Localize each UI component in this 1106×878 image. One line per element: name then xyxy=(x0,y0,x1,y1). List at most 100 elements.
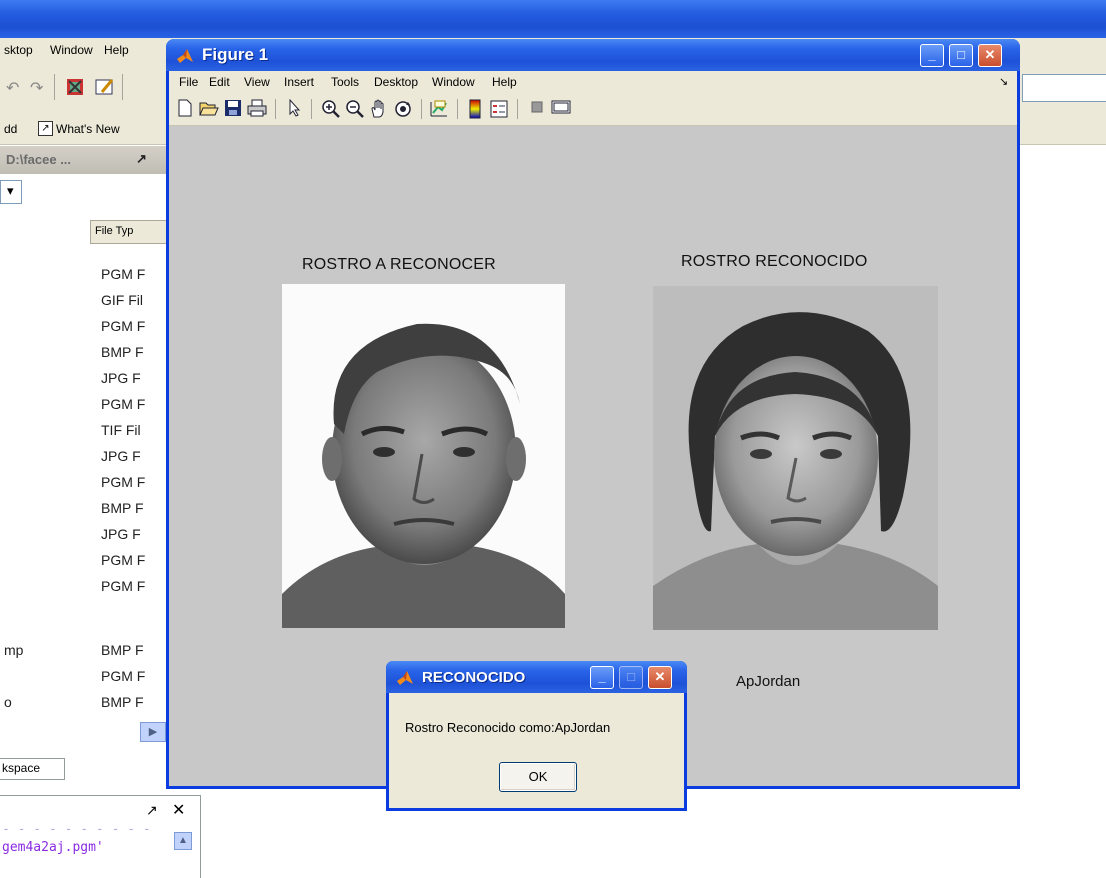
file-type-cell[interactable]: PGM F xyxy=(101,396,145,412)
colorbar-icon[interactable] xyxy=(465,99,485,119)
toolbar-separator xyxy=(421,99,422,119)
current-directory-header: D:\facee ... ↗ xyxy=(0,146,168,174)
query-face-image xyxy=(282,284,565,628)
recognition-dialog: RECONOCIDO _ □ ✕ Rostro Reconocido como:… xyxy=(386,661,687,811)
file-type-cell[interactable]: PGM F xyxy=(101,578,145,594)
shortcut-whats-new[interactable]: What's New xyxy=(56,122,120,136)
new-file-icon[interactable] xyxy=(175,99,195,119)
dialog-body: Rostro Reconocido como:ApJordan OK xyxy=(389,693,684,808)
figure-titlebar[interactable]: Figure 1 _ □ ✕ xyxy=(166,39,1020,71)
save-icon[interactable] xyxy=(223,99,243,119)
file-type-cell[interactable]: PGM F xyxy=(101,318,145,334)
current-directory-input[interactable] xyxy=(1022,74,1106,102)
column-header-label: File Typ xyxy=(95,225,134,237)
toolbar-separator xyxy=(311,99,312,119)
toolbar-separator xyxy=(54,74,55,100)
open-folder-icon[interactable] xyxy=(199,99,219,119)
legend-icon[interactable] xyxy=(489,99,509,119)
simulink-icon[interactable] xyxy=(64,76,86,98)
file-type-cell[interactable]: GIF Fil xyxy=(101,292,143,308)
show-plot-tools-icon[interactable] xyxy=(551,99,571,119)
matlab-logo-icon xyxy=(175,46,195,66)
menu-view[interactable]: View xyxy=(244,75,270,89)
matlab-logo-icon xyxy=(395,668,415,688)
arrow-pointer-icon[interactable] xyxy=(285,98,305,119)
desktop-menu-help[interactable]: Help xyxy=(104,43,129,57)
left-axes-title: ROSTRO A RECONOCER xyxy=(302,256,496,273)
minimize-button[interactable]: _ xyxy=(590,666,614,689)
scroll-right-button[interactable]: ▶ xyxy=(140,722,166,742)
whats-new-icon: ↗ xyxy=(38,121,53,136)
file-type-cell[interactable]: BMP F xyxy=(101,344,144,360)
undo-icon[interactable]: ↶ xyxy=(6,78,19,98)
file-type-cell[interactable]: PGM F xyxy=(101,668,145,684)
menu-file[interactable]: File xyxy=(179,75,198,89)
menu-desktop[interactable]: Desktop xyxy=(374,75,418,89)
redo-icon[interactable]: ↷ xyxy=(30,78,43,98)
close-icon[interactable]: ✕ xyxy=(172,800,185,820)
dialog-message: Rostro Reconocido como:ApJordan xyxy=(405,720,611,735)
data-cursor-icon[interactable] xyxy=(429,99,449,119)
dialog-titlebar[interactable]: RECONOCIDO _ □ ✕ xyxy=(386,661,687,693)
maximize-button: □ xyxy=(619,666,643,689)
scroll-up-button[interactable]: ▲ xyxy=(174,832,192,850)
zoom-in-icon[interactable] xyxy=(321,99,341,119)
close-button[interactable]: ✕ xyxy=(648,666,672,689)
dock-arrow-icon[interactable]: ↘ xyxy=(999,75,1008,88)
file-name-cell[interactable]: mp xyxy=(4,642,23,658)
desktop-menu-desktop[interactable]: sktop xyxy=(4,43,33,57)
toolbar-separator xyxy=(457,99,458,119)
shortcut-add-label[interactable]: dd xyxy=(4,122,17,136)
file-type-cell[interactable]: BMP F xyxy=(101,642,144,658)
desktop-titlebar xyxy=(0,0,1106,38)
guide-icon[interactable] xyxy=(94,76,116,98)
rotate-3d-icon[interactable] xyxy=(393,99,413,119)
file-type-cell[interactable]: PGM F xyxy=(101,266,145,282)
file-type-cell[interactable]: TIF Fil xyxy=(101,422,141,438)
current-directory-path: D:\facee ... xyxy=(6,152,72,167)
figure-title: Figure 1 xyxy=(202,45,269,64)
menu-help[interactable]: Help xyxy=(492,75,517,89)
figure-menubar: File Edit View Insert Tools Desktop Wind… xyxy=(169,71,1017,93)
menu-edit[interactable]: Edit xyxy=(209,75,230,89)
recognized-face-image xyxy=(653,286,938,630)
column-header-file-type[interactable]: File Typ xyxy=(90,220,170,244)
figure-toolbar xyxy=(169,93,1017,126)
file-type-cell[interactable]: JPG F xyxy=(101,526,141,542)
close-button[interactable]: ✕ xyxy=(978,44,1002,67)
right-axes-title: ROSTRO RECONOCIDO xyxy=(681,253,868,270)
file-type-cell[interactable]: PGM F xyxy=(101,552,145,568)
result-name-label: ApJordan xyxy=(736,673,801,690)
ok-button[interactable]: OK xyxy=(499,762,577,792)
undock-icon[interactable]: ↗ xyxy=(136,151,147,167)
toolbar-separator xyxy=(517,99,518,119)
menu-insert[interactable]: Insert xyxy=(284,75,314,89)
command-history-panel: ↗ ✕ - - - - - - - - - - gem4a2aj.pgm' ▲ xyxy=(0,795,201,878)
pan-hand-icon[interactable] xyxy=(369,99,389,119)
file-type-cell[interactable]: JPG F xyxy=(101,448,141,464)
menu-tools[interactable]: Tools xyxy=(331,75,359,89)
history-line[interactable]: gem4a2aj.pgm' xyxy=(2,840,104,855)
print-icon[interactable] xyxy=(247,99,267,119)
minimize-button[interactable]: _ xyxy=(920,44,944,67)
tab-workspace[interactable]: kspace xyxy=(0,758,65,780)
zoom-out-icon[interactable] xyxy=(345,99,365,119)
file-type-cell[interactable]: BMP F xyxy=(101,694,144,710)
toolbar-separator xyxy=(122,74,123,100)
toolbar-separator xyxy=(275,99,276,119)
file-type-cell[interactable]: PGM F xyxy=(101,474,145,490)
folder-dropdown[interactable]: ▾ xyxy=(0,180,22,204)
desktop-menu-window[interactable]: Window xyxy=(50,43,93,57)
file-list: ▾ PGM F GIF Fil PGM F BMP F JPG F PGM F … xyxy=(0,174,168,742)
file-type-cell[interactable]: BMP F xyxy=(101,500,144,516)
undock-icon[interactable]: ↗ xyxy=(146,802,158,819)
tab-workspace-label: kspace xyxy=(2,761,41,775)
menu-window[interactable]: Window xyxy=(432,75,475,89)
history-line-partial[interactable]: - - - - - - - - - - xyxy=(2,822,151,837)
file-type-cell[interactable]: JPG F xyxy=(101,370,141,386)
file-name-cell[interactable]: o xyxy=(4,694,12,710)
hide-plot-tools-icon[interactable] xyxy=(527,99,547,119)
dialog-title: RECONOCIDO xyxy=(422,669,526,686)
maximize-button[interactable]: □ xyxy=(949,44,973,67)
chevron-down-icon: ▾ xyxy=(7,183,14,198)
